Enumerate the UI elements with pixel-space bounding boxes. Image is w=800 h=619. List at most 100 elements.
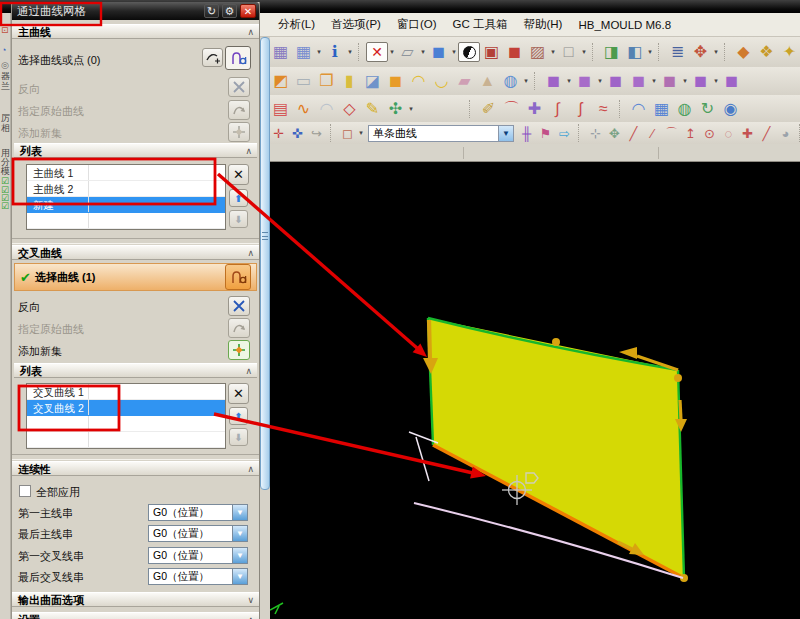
info-datum-icon[interactable]: ℹ: [323, 42, 346, 63]
viewport-canvas[interactable]: [270, 162, 800, 619]
curve-hook-icon[interactable]: ↪: [307, 125, 326, 142]
primary-select-curve-button[interactable]: [225, 46, 251, 70]
delete-face-icon[interactable]: ◼: [604, 71, 627, 92]
draft-face-icon[interactable]: ◼: [573, 71, 596, 92]
dialog-gear-icon[interactable]: ⚙: [222, 4, 237, 18]
cross-reverse-button[interactable]: [228, 296, 250, 316]
clip-plane-icon[interactable]: ◧: [623, 42, 646, 63]
follow-fillet-icon[interactable]: ⇨: [555, 125, 574, 142]
primary-point-dialog-button[interactable]: [202, 48, 223, 67]
dropdown-arrow-icon[interactable]: ▾: [315, 48, 323, 56]
background-icon[interactable]: □: [557, 42, 580, 63]
point-constructor-icon[interactable]: ✛: [269, 125, 288, 142]
stop-at-intersection-icon[interactable]: ⚑: [536, 125, 555, 142]
dialog-titlebar[interactable]: 通过曲线网格 ↻ ⚙ ✕: [12, 2, 259, 20]
cross-origin-curve-button[interactable]: [228, 318, 250, 338]
snap-endpoint-icon[interactable]: ╱: [624, 125, 643, 142]
snap-clover-icon[interactable]: ✥: [605, 125, 624, 142]
offset-curve-icon[interactable]: ʃ: [569, 98, 592, 119]
menu-item-0[interactable]: 分析(L): [270, 17, 323, 32]
snap-quadrant-icon[interactable]: ◌: [719, 125, 738, 142]
visual-palette-icon[interactable]: ❖: [755, 42, 778, 63]
intersect-curve-icon[interactable]: ✚: [523, 98, 546, 119]
bounded-plane-icon[interactable]: ▰: [453, 71, 476, 92]
selection-rect-icon[interactable]: ◻: [338, 125, 357, 142]
last-cross-continuity-dropdown[interactable]: G0（位置）▼: [148, 568, 248, 585]
dropdown-arrow-icon[interactable]: ▾: [549, 48, 557, 56]
cross-list-remove-button[interactable]: ✕: [228, 383, 249, 404]
plane-feature-icon[interactable]: ▭: [292, 71, 315, 92]
primary-add-set-button[interactable]: [228, 122, 250, 142]
cross-list-header[interactable]: 列表∧: [14, 363, 257, 378]
spline-edit-icon[interactable]: ✐: [477, 98, 500, 119]
snap-drag-icon[interactable]: ⊹: [586, 125, 605, 142]
cone-icon[interactable]: ▲: [476, 71, 499, 92]
point-on-curve-icon[interactable]: ✜: [288, 125, 307, 142]
edit-face-icon[interactable]: ◼: [720, 71, 743, 92]
dropdown-arrow-icon[interactable]: ▾: [388, 48, 396, 56]
section-continuity[interactable]: 连续性∧: [12, 461, 259, 476]
list-item[interactable]: 交叉曲线 2: [27, 400, 225, 416]
show-hide-icon[interactable]: ▱: [396, 42, 419, 63]
list-item[interactable]: 主曲线 1: [27, 165, 225, 181]
cross-add-set-button[interactable]: [228, 340, 250, 360]
dropdown-arrow-icon[interactable]: ▾: [522, 77, 530, 85]
project-curve-icon[interactable]: ∫: [546, 98, 569, 119]
copy-face-icon[interactable]: ◼: [627, 71, 650, 92]
first-primary-continuity-dropdown[interactable]: G0（位置）▼: [148, 504, 248, 521]
section-settings[interactable]: 设置∧: [12, 612, 259, 619]
dropdown-arrow-icon[interactable]: ▾: [450, 48, 458, 56]
fit-grid-icon[interactable]: ▦: [292, 42, 315, 63]
resize-face-icon[interactable]: ◼: [689, 71, 712, 92]
handle-sphere-right[interactable]: [674, 374, 682, 382]
draft-feature-icon[interactable]: ◪: [361, 71, 384, 92]
studio-spline-icon[interactable]: ∿: [292, 98, 315, 119]
list-item[interactable]: 交叉曲线 1: [27, 384, 225, 400]
swoop-sheet-icon[interactable]: ◠: [315, 98, 338, 119]
ruled-mesh-icon[interactable]: ▤: [269, 98, 292, 119]
cross-list-movedown-button[interactable]: ⬇: [229, 428, 248, 446]
snap-center-icon[interactable]: ⊙: [700, 125, 719, 142]
list-item[interactable]: 新建: [27, 197, 225, 213]
primary-list-moveup-button[interactable]: ⬆: [229, 189, 248, 207]
graphics-viewport[interactable]: [270, 162, 800, 619]
mesh-sheet-icon[interactable]: ▦: [650, 98, 673, 119]
xform-tool-icon[interactable]: ✎: [361, 98, 384, 119]
combo-dropdown-icon[interactable]: ▼: [498, 126, 513, 141]
list-item[interactable]: 主曲线 2: [27, 181, 225, 197]
primary-list-remove-button[interactable]: ✕: [228, 164, 249, 185]
dropdown-arrow-icon[interactable]: ▾: [346, 48, 354, 56]
dialog-resize-rail[interactable]: [260, 37, 270, 490]
last-primary-continuity-dropdown[interactable]: G0（位置）▼: [148, 525, 248, 542]
pinwheel-icon[interactable]: ✣: [384, 98, 407, 119]
tangent-curve-icon[interactable]: ≈: [592, 98, 615, 119]
menu-item-4[interactable]: 帮助(H): [515, 17, 570, 32]
extrude-icon[interactable]: ◼: [384, 71, 407, 92]
list-item[interactable]: [27, 213, 225, 229]
chain-within-icon[interactable]: ╫: [517, 125, 536, 142]
section-cross-curves[interactable]: 交叉曲线∧: [12, 245, 259, 260]
section-output-options[interactable]: 输出曲面选项∨: [12, 592, 259, 607]
dropdown-arrow-icon[interactable]: ▾: [712, 48, 720, 56]
curve-rule-combo[interactable]: 单条曲线▼: [368, 125, 514, 142]
shaded-view-icon[interactable]: ◼: [427, 42, 450, 63]
wireframe-cube-icon[interactable]: ▣: [480, 42, 503, 63]
csys-orient-icon[interactable]: ✥: [689, 42, 712, 63]
snapshot-icon[interactable]: ▦: [269, 42, 292, 63]
dropdown-arrow-icon[interactable]: ▾: [712, 77, 720, 85]
dropdown-arrow-icon[interactable]: ▾: [646, 48, 654, 56]
cross-select-curve-button[interactable]: [225, 264, 251, 290]
cross-list-moveup-button[interactable]: ⬆: [229, 407, 248, 425]
snap-intersect-icon[interactable]: ✚: [738, 125, 757, 142]
key-icon[interactable]: ✦: [778, 42, 800, 63]
first-cross-continuity-dropdown[interactable]: G0（位置）▼: [148, 547, 248, 564]
hidden-edge-cube-icon[interactable]: ◼: [503, 42, 526, 63]
snap-face-icon[interactable]: ◕: [776, 125, 795, 142]
primary-reverse-button[interactable]: [228, 77, 250, 97]
snap-on-curve-icon[interactable]: ⌒: [662, 125, 681, 142]
n-sided-surface-icon[interactable]: ◇: [338, 98, 361, 119]
section-primary-curves[interactable]: 主曲线∧: [12, 24, 259, 39]
corner-feature-icon[interactable]: ◩: [269, 71, 292, 92]
move-face-icon[interactable]: ◼: [542, 71, 565, 92]
handle-sphere-top[interactable]: [552, 338, 560, 346]
